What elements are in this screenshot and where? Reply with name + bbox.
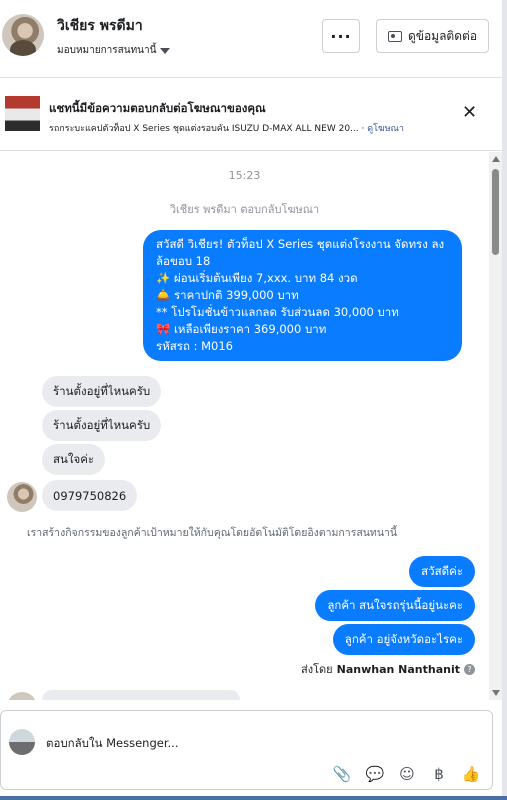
ad-thumbnail[interactable] <box>5 96 40 131</box>
message-timestamp: 15:23 <box>228 169 261 182</box>
contact-name[interactable]: วิเชียร พรดีมา <box>57 15 143 37</box>
ad-banner-subtitle: รถกระบะแคปตัวท็อป X Series ชุดแต่งรอบคัน… <box>49 124 404 134</box>
sent-by-prefix: ส่งโดย <box>301 663 333 676</box>
view-contact-info-label: ดูข้อมูลติดต่อ <box>407 28 478 43</box>
outgoing-message[interactable]: ลูกค้า อยู่จังหวัดอะไรคะ <box>332 624 475 655</box>
contact-card-icon <box>387 30 402 42</box>
conversation-header: วิเชียร พรดีมา มอบหมายการสนทนานี้ ··· ดู… <box>0 0 502 78</box>
thread-scrollbar[interactable] <box>489 152 502 700</box>
outgoing-message[interactable]: ลูกค้า สนใจรถรุ่นนี้อยู่นะคะ <box>315 590 475 621</box>
scroll-up-arrow-icon[interactable] <box>492 156 500 162</box>
like-icon[interactable]: 👍 <box>461 764 481 784</box>
contact-avatar[interactable] <box>2 14 44 56</box>
close-icon[interactable]: ✕ <box>462 104 477 122</box>
message-composer: ตอบกลับใน Messenger... 📎 💬 ☺ ฿ 👍 <box>0 700 502 800</box>
payment-icon[interactable]: ฿ <box>429 764 449 784</box>
contact-avatar-small <box>7 692 37 700</box>
incoming-message[interactable]: สนใจค่ะ <box>42 444 106 475</box>
ad-reply-line: ** โปรโมชั่นข้าวแลกลด รับส่วนลด 30,000 บ… <box>156 305 399 319</box>
ad-reply-note: วิเชียร พรดีมา ตอบกลับโฆษณา <box>169 203 320 216</box>
sent-by-name: Nanwhan Nanthanit <box>336 662 460 676</box>
incoming-message-partial[interactable] <box>42 690 240 700</box>
ad-banner-title: แชทนี้มีข้อความตอบกลับต่อโฆษณาของคุณ <box>49 101 266 115</box>
incoming-message[interactable]: 0979750826 <box>42 480 138 511</box>
emoji-icon[interactable]: ☺ <box>397 764 417 784</box>
ad-reply-line: 🎀 เหลือเพียงราคา 369,000 บาท <box>156 322 327 336</box>
automated-activity-note: เราสร้างกิจกรรมของลูกค้าเป้าหมายให้กับคุ… <box>27 527 398 539</box>
ad-reply-message[interactable]: สวัสดี วิเชียร! ตัวท็อป X Series ชุดแต่ง… <box>143 230 462 361</box>
message-thread[interactable]: 15:23 วิเชียร พรดีมา ตอบกลับโฆษณา สวัสดี… <box>0 152 502 700</box>
ad-reply-line: 🛎️ ราคาปกติ 399,000 บาท <box>156 288 299 302</box>
reply-input[interactable]: ตอบกลับใน Messenger... 📎 💬 ☺ ฿ 👍 <box>0 710 493 790</box>
page-avatar <box>9 729 35 755</box>
incoming-message[interactable]: ร้านตั้งอยู่ที่ไหนครับ <box>42 410 162 441</box>
taskbar-edge <box>0 796 507 800</box>
ad-reply-line: สวัสดี วิเชียร! ตัวท็อป X Series ชุดแต่ง… <box>156 237 445 251</box>
sent-by-label: ส่งโดย Nanwhan Nanthanit ? <box>301 660 475 678</box>
ad-reply-line: ✨ ผ่อนเริ่มต้นเพียง 7,xxx. บาท 84 งวด <box>156 271 358 285</box>
view-ad-link[interactable]: ดูโฆษณา <box>367 124 404 134</box>
ad-description: รถกระบะแคปตัวท็อป X Series ชุดแต่งรอบคัน… <box>49 124 359 134</box>
info-icon[interactable]: ? <box>464 663 475 675</box>
ad-reply-line: ล้อขอบ 18 <box>156 254 211 268</box>
assign-conversation-dropdown[interactable]: มอบหมายการสนทนานี้ <box>57 43 171 58</box>
caret-down-icon <box>160 47 171 54</box>
window-edge <box>502 0 507 800</box>
incoming-message[interactable]: ร้านตั้งอยู่ที่ไหนครับ <box>42 376 162 407</box>
more-options-button[interactable]: ··· <box>322 19 360 53</box>
saved-reply-icon[interactable]: 💬 <box>365 764 385 784</box>
scroll-down-arrow-icon[interactable] <box>492 690 500 696</box>
ad-reply-banner: แชทนี้มีข้อความตอบกลับต่อโฆษณาของคุณ รถก… <box>0 79 502 151</box>
assign-label: มอบหมายการสนทนานี้ <box>57 45 157 56</box>
attachment-icon[interactable]: 📎 <box>332 764 352 784</box>
reply-input-placeholder[interactable]: ตอบกลับใน Messenger... <box>46 735 178 753</box>
scrollbar-thumb[interactable] <box>492 169 499 255</box>
contact-avatar-small <box>7 482 37 512</box>
ad-reply-line: รหัสรถ : M016 <box>156 339 233 353</box>
outgoing-message[interactable]: สวัสดีค่ะ <box>409 556 475 587</box>
view-contact-info-button[interactable]: ดูข้อมูลติดต่อ <box>376 19 489 53</box>
